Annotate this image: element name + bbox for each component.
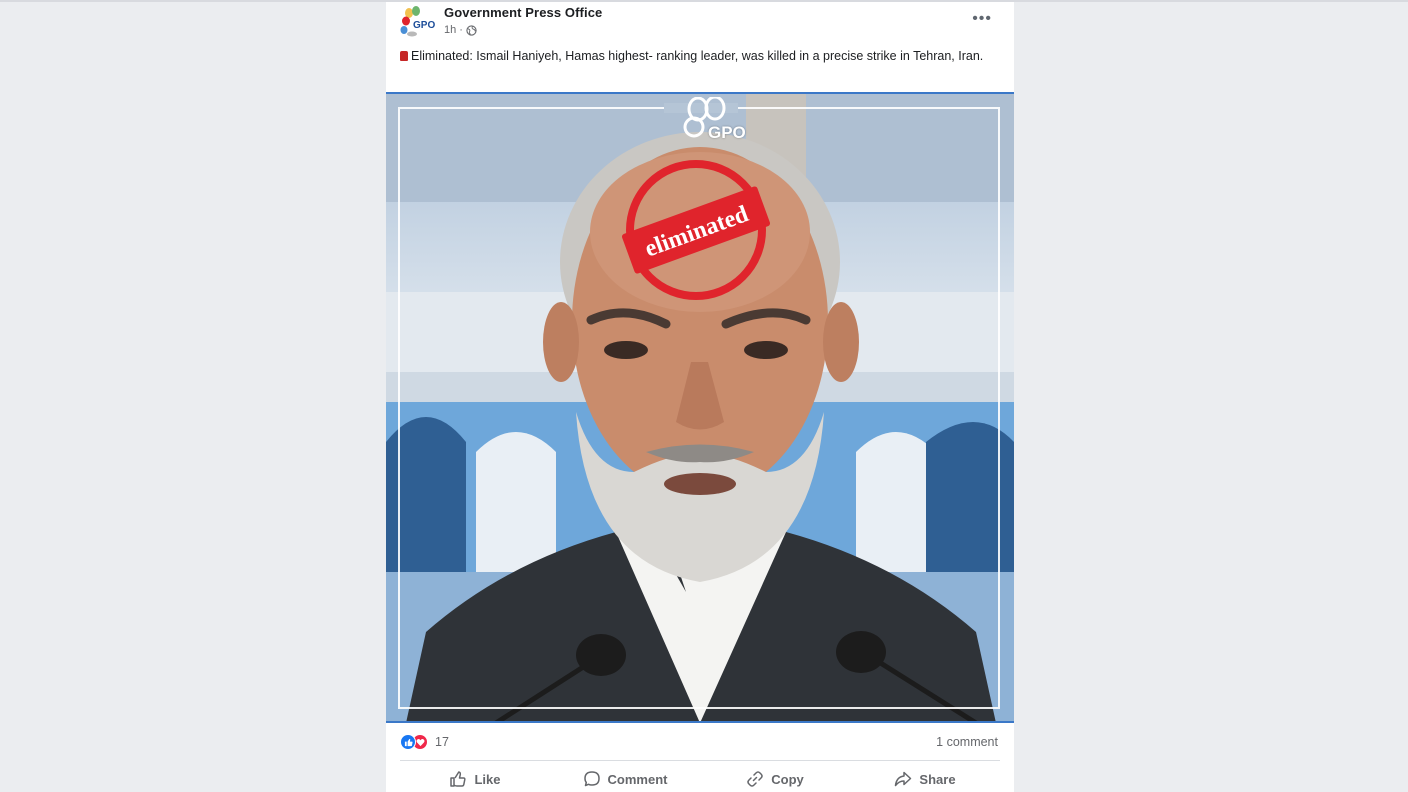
more-options-button[interactable]: ••• <box>972 10 992 28</box>
post-actions: Like Comment Copy Share <box>400 766 1000 792</box>
thumbs-up-icon <box>450 771 467 787</box>
page-name[interactable]: Government Press Office <box>444 5 602 20</box>
facebook-post: GPO Government Press Office 1h · ••• Eli… <box>386 2 1014 792</box>
post-stats: 17 1 comment <box>386 730 1014 754</box>
copy-button[interactable]: Copy <box>700 766 850 792</box>
post-meta: 1h · <box>444 24 477 36</box>
share-label: Share <box>919 771 956 787</box>
comment-button[interactable]: Comment <box>550 766 700 792</box>
reaction-count: 17 <box>435 735 449 749</box>
comment-label: Comment <box>607 771 668 787</box>
post-caption: Eliminated: Ismail Haniyeh, Hamas highes… <box>400 47 1000 65</box>
gpo-watermark-text: GPO <box>708 123 746 142</box>
gpo-logo-icon: GPO <box>400 6 435 37</box>
like-button[interactable]: Like <box>400 766 550 792</box>
image-bottom-border <box>386 721 1014 723</box>
copy-label: Copy <box>771 771 804 787</box>
share-icon <box>895 771 912 787</box>
eliminated-stamp-icon: eliminated <box>622 160 770 300</box>
like-label: Like <box>474 771 501 787</box>
reactions-summary[interactable]: 17 <box>400 734 449 750</box>
svg-text:GPO: GPO <box>413 20 435 31</box>
comment-icon <box>583 771 600 787</box>
post-header: GPO Government Press Office 1h · ••• <box>386 2 1014 42</box>
post-time[interactable]: 1h <box>444 24 456 36</box>
meta-separator: · <box>459 24 463 36</box>
link-icon <box>747 771 763 787</box>
share-button[interactable]: Share <box>850 766 1000 792</box>
like-reaction-icon <box>400 734 416 750</box>
red-marker-icon <box>400 51 408 61</box>
image-top-border <box>386 92 1014 94</box>
comment-count-link[interactable]: 1 comment <box>936 735 998 749</box>
page-avatar[interactable]: GPO <box>400 6 438 40</box>
globe-icon <box>466 24 477 36</box>
post-image[interactable]: GPO eliminated <box>386 92 1014 723</box>
actions-divider <box>400 760 1000 761</box>
caption-text: Eliminated: Ismail Haniyeh, Hamas highes… <box>411 49 984 63</box>
